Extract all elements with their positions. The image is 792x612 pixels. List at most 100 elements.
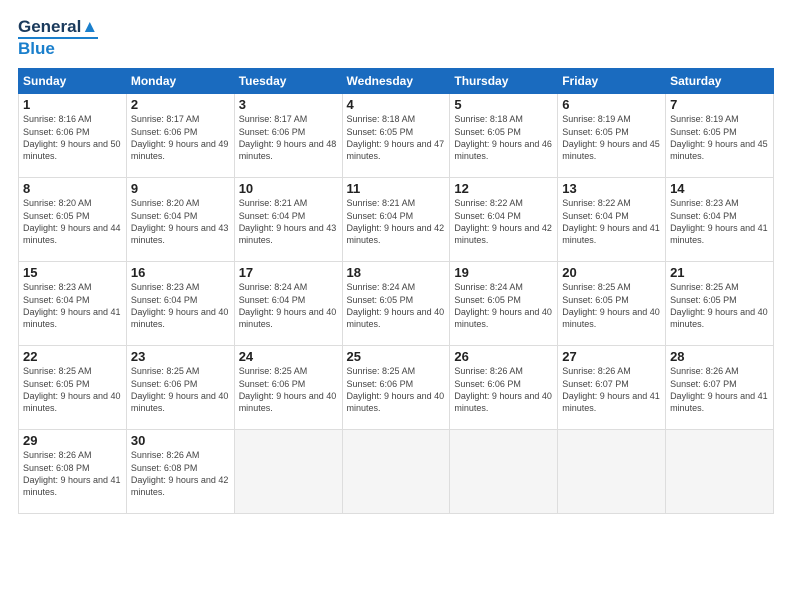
calendar-cell: 18Sunrise: 8:24 AMSunset: 6:05 PMDayligh… <box>342 262 450 346</box>
day-number: 30 <box>131 433 230 448</box>
calendar-week-row-5: 29Sunrise: 8:26 AMSunset: 6:08 PMDayligh… <box>19 430 774 514</box>
day-info: Sunrise: 8:17 AMSunset: 6:06 PMDaylight:… <box>131 113 230 162</box>
day-info: Sunrise: 8:25 AMSunset: 6:05 PMDaylight:… <box>562 281 661 330</box>
day-info: Sunrise: 8:25 AMSunset: 6:05 PMDaylight:… <box>670 281 769 330</box>
day-number: 3 <box>239 97 338 112</box>
calendar-cell <box>342 430 450 514</box>
day-number: 1 <box>23 97 122 112</box>
day-number: 27 <box>562 349 661 364</box>
weekday-header-friday: Friday <box>558 69 666 94</box>
day-info: Sunrise: 8:17 AMSunset: 6:06 PMDaylight:… <box>239 113 338 162</box>
calendar-cell: 28Sunrise: 8:26 AMSunset: 6:07 PMDayligh… <box>666 346 774 430</box>
calendar-cell <box>558 430 666 514</box>
day-info: Sunrise: 8:22 AMSunset: 6:04 PMDaylight:… <box>562 197 661 246</box>
calendar-cell: 2Sunrise: 8:17 AMSunset: 6:06 PMDaylight… <box>126 94 234 178</box>
page: General▲ Blue SundayMondayTuesdayWednesd… <box>0 0 792 612</box>
day-info: Sunrise: 8:20 AMSunset: 6:05 PMDaylight:… <box>23 197 122 246</box>
day-number: 23 <box>131 349 230 364</box>
day-number: 20 <box>562 265 661 280</box>
day-info: Sunrise: 8:23 AMSunset: 6:04 PMDaylight:… <box>670 197 769 246</box>
calendar-cell: 3Sunrise: 8:17 AMSunset: 6:06 PMDaylight… <box>234 94 342 178</box>
calendar-cell: 15Sunrise: 8:23 AMSunset: 6:04 PMDayligh… <box>19 262 127 346</box>
day-info: Sunrise: 8:24 AMSunset: 6:05 PMDaylight:… <box>347 281 446 330</box>
day-info: Sunrise: 8:26 AMSunset: 6:07 PMDaylight:… <box>670 365 769 414</box>
day-info: Sunrise: 8:18 AMSunset: 6:05 PMDaylight:… <box>347 113 446 162</box>
weekday-header-monday: Monday <box>126 69 234 94</box>
day-info: Sunrise: 8:16 AMSunset: 6:06 PMDaylight:… <box>23 113 122 162</box>
day-number: 14 <box>670 181 769 196</box>
calendar-cell: 20Sunrise: 8:25 AMSunset: 6:05 PMDayligh… <box>558 262 666 346</box>
day-number: 22 <box>23 349 122 364</box>
calendar-cell: 14Sunrise: 8:23 AMSunset: 6:04 PMDayligh… <box>666 178 774 262</box>
day-number: 9 <box>131 181 230 196</box>
day-number: 11 <box>347 181 446 196</box>
day-number: 21 <box>670 265 769 280</box>
day-info: Sunrise: 8:26 AMSunset: 6:06 PMDaylight:… <box>454 365 553 414</box>
day-info: Sunrise: 8:22 AMSunset: 6:04 PMDaylight:… <box>454 197 553 246</box>
day-info: Sunrise: 8:23 AMSunset: 6:04 PMDaylight:… <box>131 281 230 330</box>
day-number: 18 <box>347 265 446 280</box>
calendar-cell: 8Sunrise: 8:20 AMSunset: 6:05 PMDaylight… <box>19 178 127 262</box>
day-number: 25 <box>347 349 446 364</box>
day-info: Sunrise: 8:19 AMSunset: 6:05 PMDaylight:… <box>562 113 661 162</box>
day-info: Sunrise: 8:21 AMSunset: 6:04 PMDaylight:… <box>347 197 446 246</box>
day-number: 19 <box>454 265 553 280</box>
weekday-header-wednesday: Wednesday <box>342 69 450 94</box>
calendar-week-row-4: 22Sunrise: 8:25 AMSunset: 6:05 PMDayligh… <box>19 346 774 430</box>
calendar-cell: 19Sunrise: 8:24 AMSunset: 6:05 PMDayligh… <box>450 262 558 346</box>
calendar-cell: 21Sunrise: 8:25 AMSunset: 6:05 PMDayligh… <box>666 262 774 346</box>
day-number: 13 <box>562 181 661 196</box>
calendar-cell: 12Sunrise: 8:22 AMSunset: 6:04 PMDayligh… <box>450 178 558 262</box>
calendar-cell: 24Sunrise: 8:25 AMSunset: 6:06 PMDayligh… <box>234 346 342 430</box>
day-number: 10 <box>239 181 338 196</box>
day-number: 4 <box>347 97 446 112</box>
day-number: 7 <box>670 97 769 112</box>
day-number: 8 <box>23 181 122 196</box>
calendar-cell: 26Sunrise: 8:26 AMSunset: 6:06 PMDayligh… <box>450 346 558 430</box>
calendar-cell: 10Sunrise: 8:21 AMSunset: 6:04 PMDayligh… <box>234 178 342 262</box>
calendar-cell: 16Sunrise: 8:23 AMSunset: 6:04 PMDayligh… <box>126 262 234 346</box>
day-info: Sunrise: 8:20 AMSunset: 6:04 PMDaylight:… <box>131 197 230 246</box>
calendar-week-row-2: 8Sunrise: 8:20 AMSunset: 6:05 PMDaylight… <box>19 178 774 262</box>
calendar-cell: 1Sunrise: 8:16 AMSunset: 6:06 PMDaylight… <box>19 94 127 178</box>
calendar-cell: 6Sunrise: 8:19 AMSunset: 6:05 PMDaylight… <box>558 94 666 178</box>
day-info: Sunrise: 8:18 AMSunset: 6:05 PMDaylight:… <box>454 113 553 162</box>
calendar-cell: 11Sunrise: 8:21 AMSunset: 6:04 PMDayligh… <box>342 178 450 262</box>
day-info: Sunrise: 8:24 AMSunset: 6:04 PMDaylight:… <box>239 281 338 330</box>
day-info: Sunrise: 8:25 AMSunset: 6:06 PMDaylight:… <box>131 365 230 414</box>
calendar-week-row-3: 15Sunrise: 8:23 AMSunset: 6:04 PMDayligh… <box>19 262 774 346</box>
day-info: Sunrise: 8:25 AMSunset: 6:06 PMDaylight:… <box>239 365 338 414</box>
calendar-cell: 29Sunrise: 8:26 AMSunset: 6:08 PMDayligh… <box>19 430 127 514</box>
day-info: Sunrise: 8:25 AMSunset: 6:06 PMDaylight:… <box>347 365 446 414</box>
calendar-cell: 25Sunrise: 8:25 AMSunset: 6:06 PMDayligh… <box>342 346 450 430</box>
calendar-cell <box>234 430 342 514</box>
day-number: 12 <box>454 181 553 196</box>
calendar-cell: 17Sunrise: 8:24 AMSunset: 6:04 PMDayligh… <box>234 262 342 346</box>
day-info: Sunrise: 8:26 AMSunset: 6:08 PMDaylight:… <box>131 449 230 498</box>
day-info: Sunrise: 8:23 AMSunset: 6:04 PMDaylight:… <box>23 281 122 330</box>
day-number: 6 <box>562 97 661 112</box>
weekday-header-tuesday: Tuesday <box>234 69 342 94</box>
day-info: Sunrise: 8:26 AMSunset: 6:08 PMDaylight:… <box>23 449 122 498</box>
day-info: Sunrise: 8:19 AMSunset: 6:05 PMDaylight:… <box>670 113 769 162</box>
logo: General▲ Blue <box>18 18 98 58</box>
day-info: Sunrise: 8:24 AMSunset: 6:05 PMDaylight:… <box>454 281 553 330</box>
logo-general: General▲ <box>18 18 98 37</box>
calendar-cell: 30Sunrise: 8:26 AMSunset: 6:08 PMDayligh… <box>126 430 234 514</box>
calendar-cell: 27Sunrise: 8:26 AMSunset: 6:07 PMDayligh… <box>558 346 666 430</box>
calendar-cell: 13Sunrise: 8:22 AMSunset: 6:04 PMDayligh… <box>558 178 666 262</box>
day-number: 15 <box>23 265 122 280</box>
day-number: 5 <box>454 97 553 112</box>
day-info: Sunrise: 8:25 AMSunset: 6:05 PMDaylight:… <box>23 365 122 414</box>
calendar-cell: 7Sunrise: 8:19 AMSunset: 6:05 PMDaylight… <box>666 94 774 178</box>
day-number: 16 <box>131 265 230 280</box>
day-info: Sunrise: 8:26 AMSunset: 6:07 PMDaylight:… <box>562 365 661 414</box>
weekday-header-thursday: Thursday <box>450 69 558 94</box>
calendar-cell: 23Sunrise: 8:25 AMSunset: 6:06 PMDayligh… <box>126 346 234 430</box>
calendar-cell <box>450 430 558 514</box>
calendar-cell <box>666 430 774 514</box>
day-number: 2 <box>131 97 230 112</box>
day-number: 26 <box>454 349 553 364</box>
day-number: 17 <box>239 265 338 280</box>
header: General▲ Blue <box>18 18 774 58</box>
